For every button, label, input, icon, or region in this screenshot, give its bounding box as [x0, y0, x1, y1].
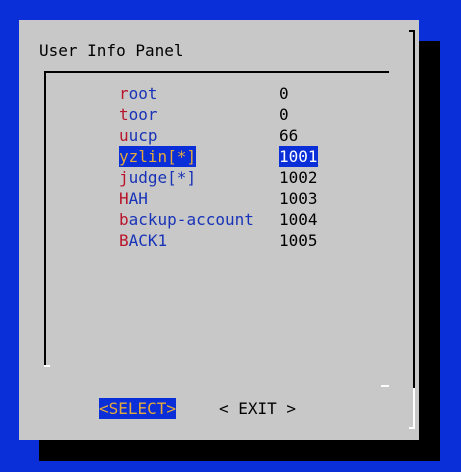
user-name: root [119, 83, 158, 104]
user-name: judge[*] [119, 167, 196, 188]
hotkey-letter: y [119, 147, 129, 166]
dialog-title: User Info Panel [39, 41, 184, 60]
user-name: HAH [119, 188, 148, 209]
hotkey-letter: j [119, 168, 129, 187]
user-name-rest: zlin[*] [128, 147, 197, 166]
user-name-rest: oot [128, 84, 158, 103]
dialog-border-bottom-right [409, 427, 414, 429]
list-frame-top [44, 71, 389, 73]
user-name: toor [119, 104, 158, 125]
user-uid: 0 [279, 84, 289, 103]
user-row-toor[interactable]: toor 0 [119, 104, 339, 125]
exit-button[interactable]: < EXIT > [219, 398, 296, 419]
user-row-root[interactable]: root 0 [119, 83, 339, 104]
user-name-rest: oor [128, 105, 158, 124]
hotkey-letter: u [119, 126, 129, 145]
hotkey-letter: r [119, 84, 129, 103]
user-name: backup-account [119, 209, 254, 230]
list-frame-bottom-right [381, 385, 389, 387]
user-name-rest: ucp [128, 126, 158, 145]
user-name-rest: ACK1 [128, 231, 168, 250]
user-name-rest: AH [128, 189, 148, 208]
select-button[interactable]: <SELECT> [99, 398, 177, 419]
user-uid: 1002 [279, 168, 318, 187]
user-name-rest: udge[*] [128, 168, 197, 187]
user-list[interactable]: root 0 toor 0 uucp 66 yzlin[*] 1001 judg… [119, 83, 339, 251]
user-uid: 0 [279, 105, 289, 124]
user-row-yzlin[interactable]: yzlin[*] 1001 [119, 146, 339, 167]
user-row-back1[interactable]: BACK1 1005 [119, 230, 339, 251]
hotkey-letter: t [119, 105, 129, 124]
user-name: uucp [119, 125, 158, 146]
user-row-uucp[interactable]: uucp 66 [119, 125, 339, 146]
hotkey-letter: b [119, 210, 129, 229]
user-name-rest: ackup-account [128, 210, 254, 229]
user-name: BACK1 [119, 230, 167, 251]
user-row-judge[interactable]: judge[*] 1002 [119, 167, 339, 188]
list-frame-left [44, 71, 46, 367]
user-row-backup-account[interactable]: backup-account 1004 [119, 209, 339, 230]
user-uid: 1001 [279, 146, 318, 167]
dialog-border-right-upper [413, 30, 415, 388]
dialog-border-right-lower [413, 388, 415, 429]
user-row-hah[interactable]: HAH 1003 [119, 188, 339, 209]
user-uid: 1003 [279, 189, 318, 208]
list-frame-bottom-left [44, 365, 50, 367]
user-uid: 1004 [279, 210, 318, 229]
user-uid: 66 [279, 126, 299, 145]
user-uid: 1005 [279, 231, 318, 250]
user-name: yzlin[*] [119, 146, 197, 167]
hotkey-letter: B [119, 231, 129, 250]
hotkey-letter: H [119, 189, 129, 208]
